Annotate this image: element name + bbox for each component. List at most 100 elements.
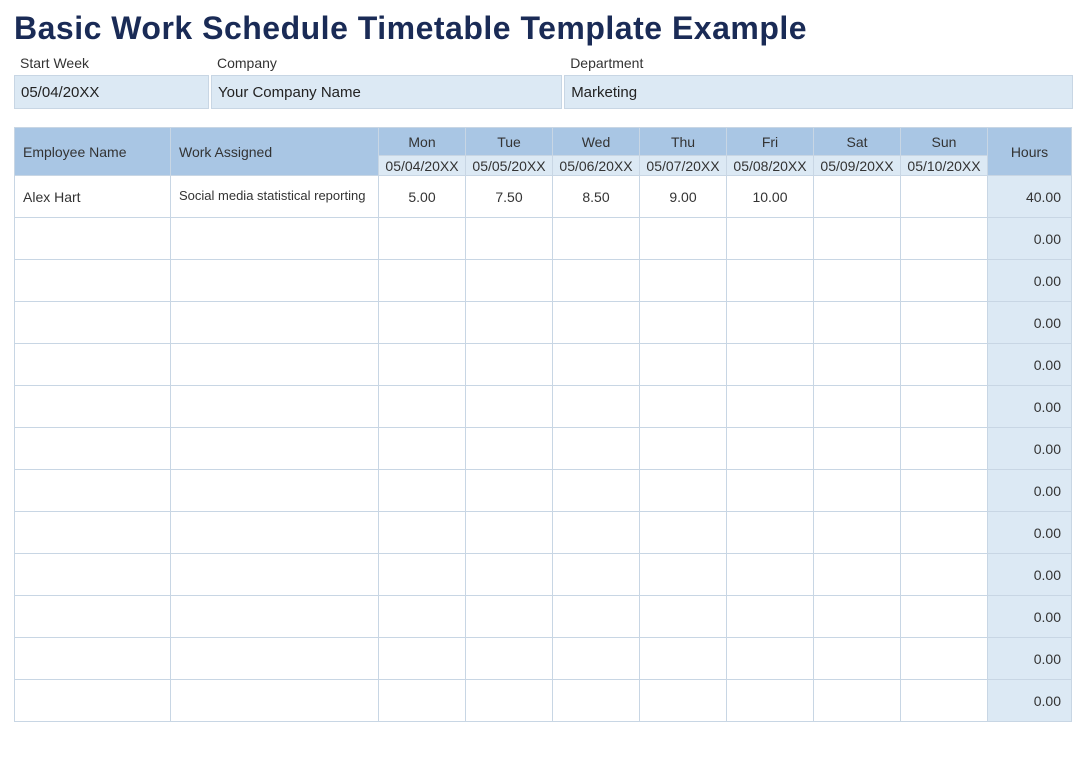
cell-day[interactable] — [379, 470, 466, 512]
cell-day[interactable] — [640, 260, 727, 302]
cell-day[interactable] — [901, 386, 988, 428]
cell-day[interactable] — [640, 428, 727, 470]
cell-employee[interactable] — [15, 554, 171, 596]
cell-day[interactable] — [901, 638, 988, 680]
cell-day[interactable] — [640, 638, 727, 680]
cell-day[interactable] — [814, 428, 901, 470]
cell-day[interactable] — [727, 260, 814, 302]
cell-day[interactable] — [466, 344, 553, 386]
cell-day[interactable] — [640, 554, 727, 596]
cell-employee[interactable] — [15, 638, 171, 680]
cell-day[interactable] — [640, 680, 727, 722]
cell-day[interactable] — [814, 680, 901, 722]
cell-day[interactable] — [553, 512, 640, 554]
cell-day[interactable] — [466, 512, 553, 554]
cell-day[interactable] — [814, 218, 901, 260]
cell-day[interactable] — [379, 596, 466, 638]
cell-day[interactable] — [379, 386, 466, 428]
cell-work[interactable] — [171, 218, 379, 260]
cell-day[interactable] — [901, 302, 988, 344]
cell-day[interactable] — [727, 428, 814, 470]
cell-day[interactable] — [727, 302, 814, 344]
cell-day[interactable] — [553, 260, 640, 302]
cell-day[interactable] — [814, 260, 901, 302]
cell-day[interactable] — [901, 554, 988, 596]
cell-day[interactable] — [553, 470, 640, 512]
cell-day[interactable] — [553, 554, 640, 596]
cell-day[interactable] — [727, 218, 814, 260]
cell-day[interactable] — [901, 470, 988, 512]
cell-employee[interactable] — [15, 260, 171, 302]
cell-day[interactable]: 9.00 — [640, 176, 727, 218]
cell-day[interactable] — [814, 470, 901, 512]
cell-day[interactable] — [466, 218, 553, 260]
cell-day[interactable] — [727, 512, 814, 554]
cell-day[interactable] — [901, 218, 988, 260]
cell-employee[interactable] — [15, 428, 171, 470]
cell-day[interactable] — [553, 638, 640, 680]
cell-employee[interactable] — [15, 218, 171, 260]
cell-day[interactable] — [640, 512, 727, 554]
start-week-input[interactable] — [14, 75, 209, 109]
cell-work[interactable] — [171, 680, 379, 722]
cell-day[interactable] — [553, 386, 640, 428]
cell-day[interactable] — [379, 428, 466, 470]
cell-day[interactable] — [901, 428, 988, 470]
cell-day[interactable] — [727, 386, 814, 428]
cell-day[interactable] — [640, 470, 727, 512]
cell-day[interactable] — [553, 680, 640, 722]
cell-work[interactable] — [171, 554, 379, 596]
cell-day[interactable] — [814, 512, 901, 554]
cell-day[interactable] — [814, 386, 901, 428]
cell-work[interactable] — [171, 344, 379, 386]
cell-day[interactable] — [379, 302, 466, 344]
cell-day[interactable] — [901, 596, 988, 638]
cell-employee[interactable] — [15, 302, 171, 344]
cell-work[interactable] — [171, 386, 379, 428]
cell-day[interactable] — [466, 428, 553, 470]
cell-work[interactable] — [171, 260, 379, 302]
cell-day[interactable] — [640, 386, 727, 428]
cell-employee[interactable] — [15, 596, 171, 638]
cell-day[interactable] — [553, 218, 640, 260]
cell-work[interactable]: Social media statistical reporting — [171, 176, 379, 218]
cell-day[interactable] — [727, 680, 814, 722]
cell-day[interactable] — [553, 596, 640, 638]
cell-day[interactable] — [901, 512, 988, 554]
cell-day[interactable] — [640, 344, 727, 386]
cell-day[interactable] — [466, 260, 553, 302]
cell-day[interactable] — [727, 638, 814, 680]
cell-work[interactable] — [171, 638, 379, 680]
cell-work[interactable] — [171, 428, 379, 470]
cell-day[interactable]: 8.50 — [553, 176, 640, 218]
cell-day[interactable] — [379, 554, 466, 596]
cell-day[interactable] — [640, 302, 727, 344]
cell-day[interactable] — [640, 218, 727, 260]
cell-employee[interactable] — [15, 512, 171, 554]
cell-day[interactable] — [727, 470, 814, 512]
cell-employee[interactable] — [15, 680, 171, 722]
cell-day[interactable] — [466, 470, 553, 512]
cell-day[interactable] — [901, 344, 988, 386]
cell-day[interactable] — [727, 344, 814, 386]
cell-work[interactable] — [171, 512, 379, 554]
cell-day[interactable] — [466, 596, 553, 638]
cell-day[interactable] — [379, 260, 466, 302]
cell-day[interactable] — [901, 176, 988, 218]
cell-day[interactable] — [379, 638, 466, 680]
cell-day[interactable] — [727, 554, 814, 596]
cell-work[interactable] — [171, 470, 379, 512]
cell-employee[interactable]: Alex Hart — [15, 176, 171, 218]
cell-day[interactable] — [814, 596, 901, 638]
cell-day[interactable] — [379, 344, 466, 386]
cell-day[interactable] — [901, 680, 988, 722]
cell-work[interactable] — [171, 302, 379, 344]
cell-day[interactable] — [553, 302, 640, 344]
cell-day[interactable]: 7.50 — [466, 176, 553, 218]
cell-day[interactable] — [466, 554, 553, 596]
cell-day[interactable] — [727, 596, 814, 638]
cell-day[interactable] — [901, 260, 988, 302]
department-input[interactable] — [564, 75, 1073, 109]
cell-day[interactable] — [466, 302, 553, 344]
cell-day[interactable] — [466, 680, 553, 722]
